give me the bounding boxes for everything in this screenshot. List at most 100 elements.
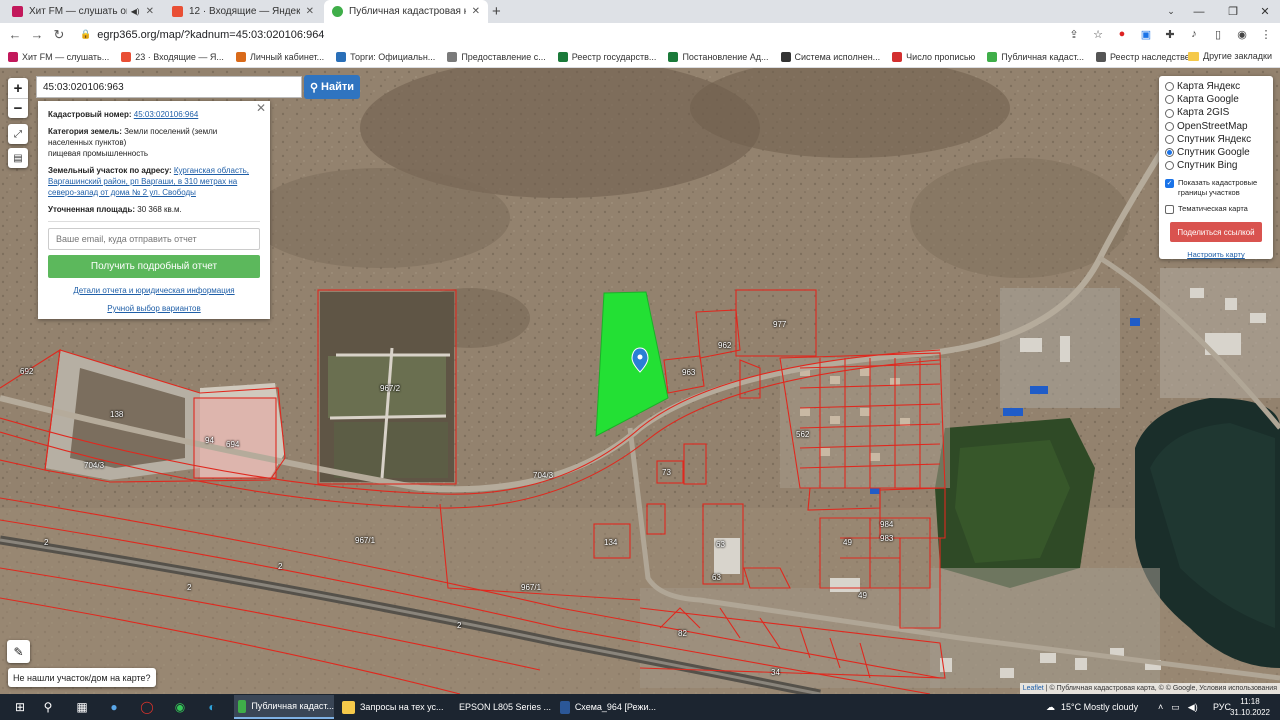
language-indicator[interactable]: РУС — [1213, 694, 1231, 720]
manual-selection-link[interactable]: Ручной выбор вариантов — [107, 304, 200, 313]
bookmark-favicon-icon — [8, 51, 18, 62]
app-icon[interactable]: ● — [104, 697, 124, 717]
share-link-button[interactable]: Поделиться ссылкой — [1170, 222, 1262, 243]
taskbar-app[interactable]: Публичная кадаст... — [234, 695, 334, 719]
share-icon[interactable]: ⇪ — [1066, 26, 1082, 42]
address-bar-row: ← → ↻ 🔒 egrp365.org/map/?kadnum=45:03:02… — [0, 23, 1280, 46]
clock[interactable]: 11:18 31.10.2022 — [1230, 696, 1270, 718]
bookmark-item[interactable]: Личный кабинет... — [235, 51, 325, 62]
zoom-out-button[interactable]: − — [8, 98, 28, 118]
layer-label: Карта Google — [1177, 94, 1239, 106]
back-arrow-icon[interactable]: ← — [4, 27, 26, 42]
search-icon[interactable]: ⚲ — [38, 697, 58, 717]
bookmark-item[interactable]: Реестр наследстве... — [1095, 51, 1197, 62]
zoom-in-button[interactable]: + — [8, 78, 28, 98]
checkbox-checked[interactable]: ✓ — [1165, 179, 1174, 189]
tab-hitfm[interactable]: Хит FM — слушать онлайн ◀) ✕ — [4, 0, 162, 23]
radio-unselected[interactable] — [1165, 95, 1174, 105]
cadastral-number-link[interactable]: 45:03:020106:964 — [134, 110, 199, 119]
leaflet-link[interactable]: Leaflet — [1023, 685, 1044, 692]
bookmark-label: Предоставление с... — [461, 51, 546, 62]
taskbar-app[interactable]: EPSON L805 Series ... — [450, 695, 551, 719]
bookmark-item[interactable]: Постановление Ад... — [668, 51, 769, 62]
bookmark-item[interactable]: Торги: Официальн... — [336, 51, 436, 62]
checkbox-unchecked[interactable] — [1165, 205, 1174, 215]
close-icon[interactable]: ✕ — [146, 6, 154, 17]
bookmark-item[interactable]: 23 · Входящие — Я... — [121, 51, 224, 62]
draw-button[interactable]: ✎ — [7, 640, 30, 663]
layer-option[interactable]: Карта 2GIS — [1165, 106, 1267, 119]
radio-selected[interactable] — [1165, 148, 1174, 158]
parcel-info-popup: ✕ Кадастровый номер: 45:03:020106:964 Ка… — [38, 101, 270, 319]
parcel-label: 984 — [880, 520, 894, 529]
task-view-icon[interactable]: ▦ — [72, 697, 92, 717]
close-icon[interactable]: ✕ — [472, 6, 480, 17]
layer-option[interactable]: Карта Яндекс — [1165, 80, 1267, 93]
map-area[interactable]: 977 962 963 967/2 138 694 94 692 704/3 7… — [0, 68, 1280, 694]
edge-icon[interactable]: ◐ — [202, 697, 222, 717]
email-field[interactable]: Ваше email, куда отправить отчет — [48, 228, 260, 250]
show-borders-option[interactable]: ✓ Показать кадастровые границы участков — [1165, 178, 1267, 198]
bookmark-item[interactable]: Хит FM — слушать... — [8, 51, 109, 62]
puzzle-icon[interactable]: ✚ — [1162, 26, 1178, 42]
chevron-up-icon[interactable]: ˄ — [1158, 702, 1163, 712]
bookmark-item[interactable]: Система исполнен... — [780, 51, 880, 62]
get-report-button[interactable]: Получить подробный отчет — [48, 255, 260, 278]
profile-icon[interactable]: ◉ — [1234, 26, 1250, 42]
parcel-label: 2 — [44, 538, 49, 547]
reload-icon[interactable]: ↻ — [48, 27, 70, 43]
forward-arrow-icon[interactable]: → — [26, 27, 48, 42]
thematic-map-option[interactable]: Тематическая карта — [1165, 204, 1267, 215]
bookmark-item[interactable]: Публичная кадаст... — [987, 51, 1084, 62]
radio-unselected[interactable] — [1165, 161, 1174, 171]
layer-option[interactable]: Спутник Bing — [1165, 159, 1267, 172]
weather-widget[interactable]: ☁ 15°C Mostly cloudy — [1046, 694, 1138, 720]
bookmark-item[interactable]: Реестр государств... — [557, 51, 656, 62]
opera-icon[interactable]: ◯ — [137, 697, 157, 717]
fullscreen-button[interactable]: ⤢ — [8, 124, 28, 144]
menu-dots-icon[interactable]: ⋮ — [1258, 26, 1274, 42]
speaker-icon[interactable]: ◀) — [131, 7, 140, 16]
tab-cadastral-map[interactable]: Публичная кадастровая карта 2 ✕ — [324, 0, 488, 23]
cadastral-search-input[interactable]: 45:03:020106:963 — [36, 76, 302, 98]
sidebar-icon[interactable]: ▯ — [1210, 26, 1226, 42]
extension-icon[interactable]: ▣ — [1138, 26, 1154, 42]
new-tab-button[interactable]: + — [492, 3, 501, 20]
whatsapp-icon[interactable]: ◉ — [170, 697, 190, 717]
close-icon[interactable]: ✕ — [256, 102, 266, 114]
minimize-button[interactable]: — — [1182, 0, 1216, 23]
bookmark-item[interactable]: Предоставление с... — [447, 51, 546, 62]
not-found-button[interactable]: Не нашли участок/дом на карте? — [8, 668, 156, 687]
restore-button[interactable]: ❐ — [1216, 0, 1250, 23]
volume-icon[interactable]: ◀) — [1188, 702, 1198, 713]
other-bookmarks-button[interactable]: Другие закладки — [1188, 51, 1272, 61]
find-button[interactable]: ⚲ Найти — [304, 75, 360, 99]
bookmark-item[interactable]: Число прописью — [892, 51, 975, 62]
land-category-row: Категория земель: Земли поселений (земли… — [48, 126, 260, 159]
bookmark-label: Торги: Официальн... — [350, 51, 436, 62]
layer-option[interactable]: Спутник Google — [1165, 146, 1267, 159]
star-icon[interactable]: ☆ — [1090, 26, 1106, 42]
network-icon[interactable]: ▭ — [1171, 702, 1180, 713]
layer-option[interactable]: OpenStreetMap — [1165, 120, 1267, 133]
radio-unselected[interactable] — [1165, 82, 1174, 92]
taskbar-app[interactable]: Запросы на тех ус... — [338, 695, 444, 719]
report-details-link[interactable]: Детали отчета и юридическая информация — [73, 286, 234, 295]
radio-unselected[interactable] — [1165, 134, 1174, 144]
bookmark-label: Личный кабинет... — [249, 51, 325, 62]
radio-unselected[interactable] — [1165, 108, 1174, 118]
adblock-icon[interactable]: ● — [1114, 26, 1130, 42]
tab-yandex-mail[interactable]: 12 · Входящие — Яндекс Почта ✕ — [164, 0, 322, 23]
layer-option[interactable]: Карта Google — [1165, 93, 1267, 106]
close-icon[interactable]: ✕ — [306, 6, 314, 17]
windows-start-icon[interactable]: ⊞ — [10, 697, 30, 717]
print-button[interactable]: ▤ — [8, 148, 28, 168]
setup-map-link[interactable]: Настроить карту — [1165, 248, 1267, 261]
media-icon[interactable]: ♪ — [1186, 26, 1202, 42]
radio-unselected[interactable] — [1165, 121, 1174, 131]
taskbar-app[interactable]: Схема_964 [Режи... — [556, 695, 656, 719]
close-window-button[interactable]: ✕ — [1248, 0, 1280, 23]
find-button-label: Найти — [321, 81, 355, 93]
url-field[interactable]: 🔒 egrp365.org/map/?kadnum=45:03:020106:9… — [80, 26, 324, 43]
layer-option[interactable]: Спутник Яндекс — [1165, 133, 1267, 146]
